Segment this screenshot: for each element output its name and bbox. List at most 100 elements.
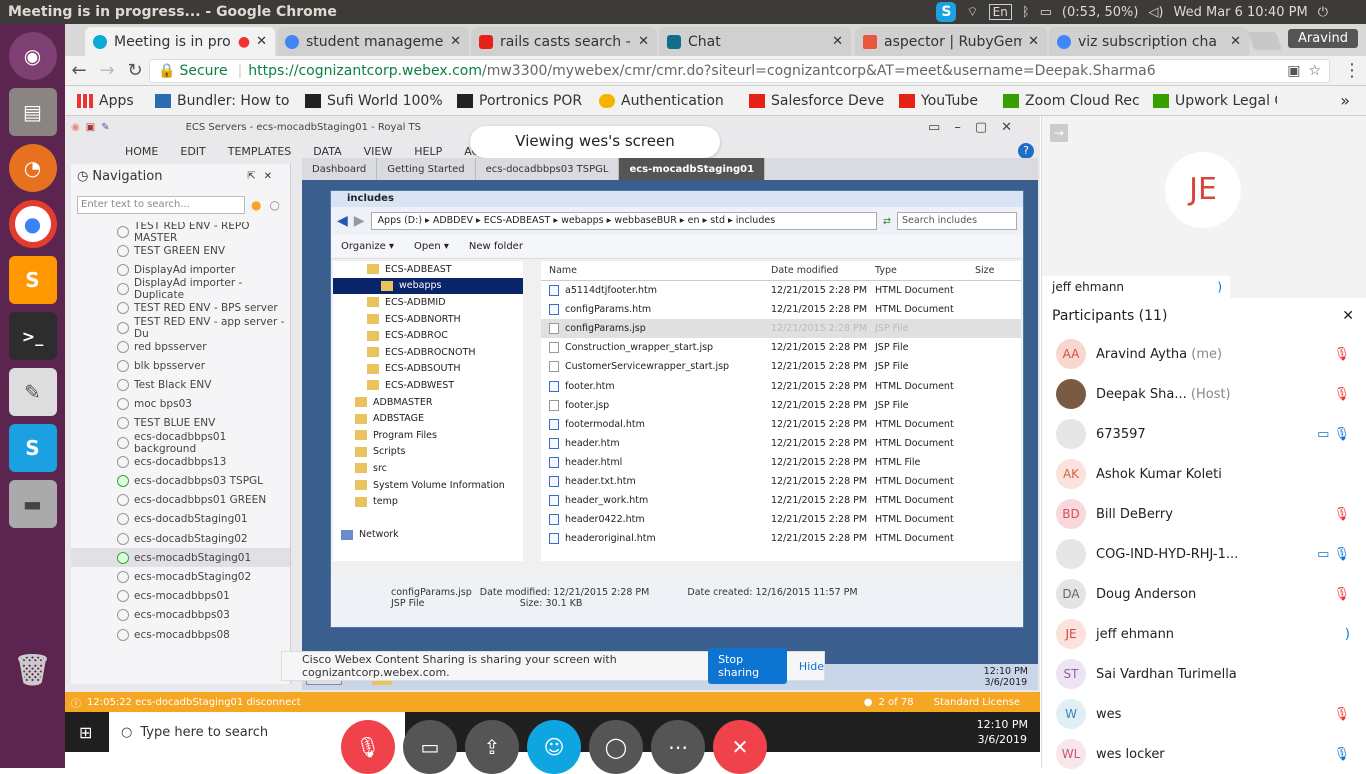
disk-icon[interactable]: ▬ — [8, 480, 57, 528]
chat-button[interactable]: ◯ — [589, 720, 643, 774]
chrome-icon[interactable]: ● — [8, 200, 57, 248]
table-row[interactable]: footermodal.htm 12/21/2015 2:28 PM HTML Do… — [541, 415, 1021, 434]
list-item[interactable]: ecs-docadbbps03 TSPGL — [71, 471, 290, 490]
tree-item[interactable]: ECS-ADBROC — [333, 327, 523, 344]
tree-item[interactable]: ECS-ADBMID — [333, 294, 523, 311]
menu-home[interactable]: HOME — [125, 145, 158, 158]
list-item[interactable]: TEST RED ENV - app server - Du — [71, 316, 290, 340]
column-date[interactable]: Date modified — [771, 265, 875, 276]
tab-student[interactable]: student manageme ✕ — [277, 27, 469, 56]
column-name[interactable]: Name — [541, 265, 771, 276]
tree-item[interactable]: Program Files — [333, 427, 523, 444]
table-row[interactable]: Construction_wrapper_start.jsp 12/21/2015… — [541, 338, 1021, 357]
table-row[interactable]: header.html 12/21/2015 2:28 PM HTML File — [541, 453, 1021, 472]
keyboard-layout[interactable]: En — [988, 4, 1012, 20]
close-icon[interactable]: ✕ — [832, 34, 843, 49]
new-folder-button[interactable]: New folder — [469, 241, 523, 252]
bookmark-apps[interactable]: Apps — [77, 93, 143, 109]
firefox-icon[interactable]: ◔ — [8, 144, 57, 192]
bookmark-zoom[interactable]: Zoom Cloud Rec — [1003, 93, 1141, 109]
bulb-outline-icon[interactable]: ○ — [269, 198, 279, 212]
tree-item[interactable]: temp — [333, 493, 523, 510]
participant-row[interactable]: DA Doug Anderson 🎙 — [1042, 574, 1366, 614]
wifi-icon[interactable]: ⌔ — [966, 4, 978, 20]
tab-chat[interactable]: Chat ✕ — [659, 27, 851, 56]
list-item[interactable]: ecs-docadbbps13 — [71, 452, 290, 471]
bulb-icon[interactable]: ● — [251, 198, 261, 212]
reload-icon[interactable]: ↻ — [121, 60, 149, 81]
tab-getting-started[interactable]: Getting Started — [377, 158, 476, 180]
column-size[interactable]: Size — [975, 265, 995, 276]
menu-edit[interactable]: EDIT — [180, 145, 205, 158]
participant-row[interactable]: AA Aravind Aytha (me) 🎙 — [1042, 334, 1366, 374]
menu-templates[interactable]: TEMPLATES — [228, 145, 292, 158]
column-type[interactable]: Type — [875, 265, 975, 276]
table-row[interactable]: CustomerServicewrapper_start.jsp 12/21/20… — [541, 357, 1021, 376]
sublime-text-icon[interactable]: S — [8, 256, 57, 304]
menu-view[interactable]: VIEW — [364, 145, 393, 158]
more-bookmarks-icon[interactable]: » — [1340, 91, 1350, 110]
save-icon[interactable]: ▣ — [86, 122, 95, 133]
system-tray[interactable]: S ⌔ En ᛒ ▭ (0:53, 50%) ◁) Wed Mar 6 10:4… — [936, 2, 1366, 22]
list-item[interactable]: ecs-mocadbbps03 — [71, 606, 290, 625]
tree-item[interactable]: ECS-ADBNORTH — [333, 311, 523, 328]
terminal-icon[interactable]: >_ — [8, 312, 57, 360]
text-editor-icon[interactable]: ✎ — [8, 368, 57, 416]
cast-icon[interactable]: ▣ — [1287, 63, 1300, 79]
bookmark-portronics[interactable]: Portronics POR — [457, 93, 587, 109]
bookmark-youtube[interactable]: YouTube — [899, 93, 991, 109]
table-row[interactable]: header_work.htm 12/21/2015 2:28 PM HTML Do… — [541, 491, 1021, 510]
leave-button[interactable]: ✕ — [713, 720, 767, 774]
mute-button[interactable]: 🎙 — [341, 720, 395, 774]
menu-data[interactable]: DATA — [313, 145, 341, 158]
tree-item[interactable]: Scripts — [333, 444, 523, 461]
refresh-icon[interactable]: ⇄ — [883, 216, 891, 227]
tree-item[interactable]: ECS-ADBEAST — [333, 261, 523, 278]
participant-row[interactable]: Deepak Sha... (Host) 🎙 — [1042, 374, 1366, 414]
table-row[interactable]: footer.jsp 12/21/2015 2:28 PM JSP File — [541, 396, 1021, 415]
participant-row[interactable]: COG-IND-HYD-RHJ-1... ▭ 🎙 — [1042, 534, 1366, 574]
tab-docadbbps03[interactable]: ecs-docadbbps03 TSPGL — [476, 158, 620, 180]
collapse-icon[interactable]: → — [1050, 124, 1068, 142]
star-icon[interactable]: ☆ — [1308, 63, 1321, 79]
list-item[interactable]: TEST GREEN ENV — [71, 241, 290, 260]
table-row[interactable]: headeroriginal.htm 12/21/2015 2:28 PM HTML… — [541, 529, 1021, 548]
participant-row[interactable]: Wwes 🎙 — [1042, 694, 1366, 734]
pane-controls[interactable]: ⇱✕ — [247, 171, 280, 182]
trash-icon[interactable]: 🗑 — [9, 646, 57, 694]
participants-button[interactable]: ☺ — [527, 720, 581, 774]
table-row[interactable]: footer.htm 12/21/2015 2:28 PM HTML Documen… — [541, 376, 1021, 395]
list-item[interactable]: ecs-mocadbbps01 — [71, 587, 290, 606]
participant-row[interactable]: JE jeff ehmann) — [1042, 614, 1366, 654]
clock[interactable]: Wed Mar 6 10:40 PM — [1174, 5, 1308, 20]
close-icon[interactable]: ✕ — [1028, 34, 1039, 49]
close-icon[interactable]: ✕ — [1342, 308, 1354, 324]
tree-item[interactable]: webapps — [333, 277, 523, 295]
table-row[interactable]: header0422.htm 12/21/2015 2:28 PM HTML Doc… — [541, 510, 1021, 529]
windows-start-icon[interactable]: ⊞ — [79, 723, 92, 742]
table-row[interactable]: configParams.htm 12/21/2015 2:28 PM HTML D… — [541, 300, 1021, 319]
navigation-search[interactable]: Enter text to search... — [77, 196, 245, 214]
profile-button[interactable]: Aravind — [1287, 29, 1358, 48]
list-item[interactable]: red bpsserver — [71, 337, 290, 356]
tree-item[interactable]: src — [333, 460, 523, 477]
power-icon[interactable]: ⏻ — [1318, 5, 1328, 20]
tree-item[interactable]: System Volume Information — [333, 477, 523, 494]
list-item[interactable]: TEST RED ENV - REPO MASTER — [71, 222, 290, 244]
stop-sharing-button[interactable]: Stop sharing — [708, 648, 787, 684]
list-item[interactable]: ecs-docadbStaging01 — [71, 510, 290, 529]
menu-help[interactable]: HELP — [414, 145, 442, 158]
table-row[interactable]: header.htm 12/21/2015 2:28 PM HTML Documen… — [541, 434, 1021, 453]
bookmark-upwork[interactable]: Upwork Legal C — [1153, 93, 1277, 109]
bookmark-salesforce[interactable]: Salesforce Deve — [749, 93, 887, 109]
tab-railscasts[interactable]: rails casts search - Y ✕ — [471, 27, 657, 56]
battery-status[interactable]: (0:53, 50%) — [1062, 5, 1139, 20]
close-icon[interactable]: ✕ — [638, 34, 649, 49]
breadcrumb[interactable]: Apps (D:) ▸ ADBDEV ▸ ECS-ADBEAST ▸ webap… — [370, 212, 878, 230]
remote-desktop[interactable]: Dashboard Getting Started ecs-docadbbps0… — [302, 158, 1038, 690]
table-row[interactable]: a5114dtjfooter.htm 12/21/2015 2:28 PM HTML… — [541, 281, 1021, 300]
battery-icon[interactable]: ▭ — [1040, 5, 1052, 20]
open-button[interactable]: Open ▾ — [414, 241, 449, 252]
edit-icon[interactable]: ✎ — [101, 122, 109, 133]
video-button[interactable]: ▭ — [403, 720, 457, 774]
